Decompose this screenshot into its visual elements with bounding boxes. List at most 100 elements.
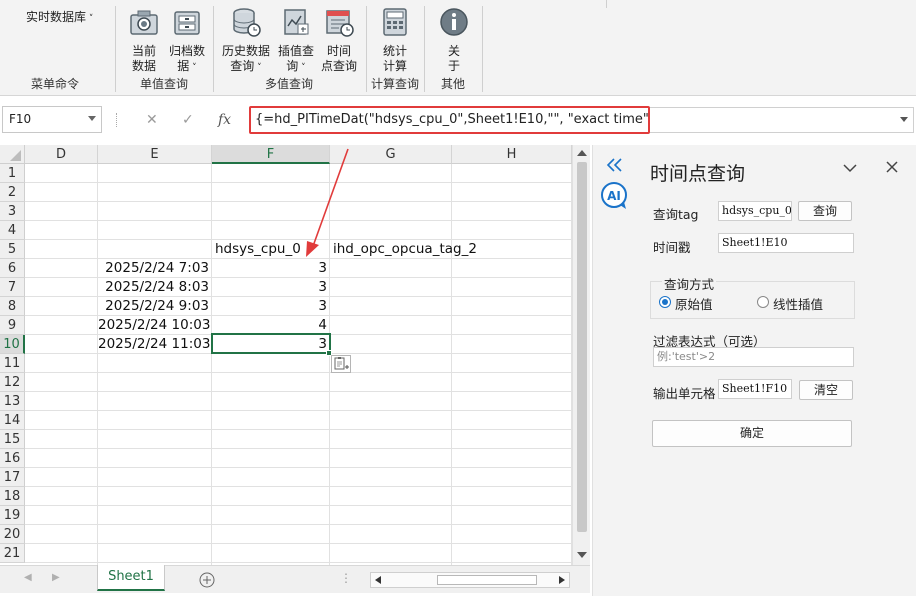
- chevron-down-icon[interactable]: [88, 116, 96, 121]
- cell-g5[interactable]: ihd_opc_opcua_tag_2: [330, 240, 530, 259]
- paste-options-button[interactable]: [331, 355, 351, 373]
- tag-label: 查询tag: [653, 207, 699, 222]
- row-header[interactable]: 16: [0, 449, 25, 468]
- worksheet-grid[interactable]: D E F G H 1 2 3 4 5 6 7 8 9 10 11 12 13 …: [0, 145, 572, 565]
- statistics-label-1: 统计: [382, 44, 407, 58]
- query-method-label: 查询方式: [662, 274, 717, 293]
- interpolation-query-button[interactable]: 插值查 询: [276, 6, 316, 76]
- column-header-e[interactable]: E: [98, 145, 212, 164]
- row-header[interactable]: 20: [0, 525, 25, 544]
- cell-e8[interactable]: 2025/2/24 9:03: [98, 297, 211, 316]
- next-sheet-icon[interactable]: ▶: [52, 572, 60, 583]
- clear-button[interactable]: 清空: [799, 380, 853, 400]
- row-header[interactable]: 4: [0, 221, 25, 240]
- filter-input[interactable]: 例:'test'>2: [653, 347, 854, 367]
- cell-e10[interactable]: 2025/2/24 11:03: [98, 335, 211, 354]
- select-all-corner[interactable]: [0, 145, 25, 164]
- camera-icon: [130, 10, 158, 35]
- vertical-scrollbar[interactable]: [572, 145, 590, 565]
- history-data-query-button[interactable]: 历史数据 查询: [220, 6, 272, 76]
- vertical-scroll-thumb[interactable]: [577, 162, 587, 532]
- scroll-right-icon[interactable]: [557, 575, 567, 585]
- about-button[interactable]: 关 于: [437, 6, 471, 74]
- sheet-tab-label: Sheet1: [108, 569, 154, 584]
- radio-linear-label[interactable]: 线性插值: [773, 294, 823, 313]
- row-header[interactable]: 21: [0, 544, 25, 563]
- radio-raw-value[interactable]: [659, 296, 671, 308]
- cell-f7[interactable]: 3: [212, 278, 329, 297]
- radio-raw-label[interactable]: 原始值: [675, 294, 713, 313]
- row-header[interactable]: 2: [0, 183, 25, 202]
- panel-toolbar-strip: AI: [592, 145, 636, 596]
- enter-check-icon[interactable]: ✓: [182, 112, 194, 128]
- formula-input[interactable]: {=hd_PITimeDat("hdsys_cpu_0",Sheet1!E10,…: [249, 106, 650, 134]
- formula-bar-expand: [650, 107, 914, 133]
- gridline: [25, 562, 572, 563]
- row-header[interactable]: 19: [0, 506, 25, 525]
- database-dropdown-label: 实时数据库: [26, 10, 87, 24]
- selected-cell-border: [211, 333, 331, 354]
- row-header[interactable]: 1: [0, 164, 25, 183]
- cell-e9[interactable]: 2025/2/24 10:03: [98, 316, 211, 335]
- info-icon: [440, 8, 468, 36]
- multi-query-group: 历史数据 查询 插值查 询 时间 点查询 多值查询: [214, 0, 364, 96]
- name-box[interactable]: F10: [2, 106, 102, 133]
- cancel-icon[interactable]: ✕: [146, 112, 158, 128]
- row-header[interactable]: 12: [0, 373, 25, 392]
- close-icon[interactable]: [885, 160, 899, 174]
- row-header[interactable]: 13: [0, 392, 25, 411]
- calc-query-group: 统计 计算 计算查询: [367, 0, 423, 96]
- tab-split-handle[interactable]: ⋮: [340, 571, 352, 585]
- gridline: [25, 410, 572, 411]
- row-header[interactable]: 14: [0, 411, 25, 430]
- panel-menu-chevron-icon[interactable]: [842, 162, 858, 174]
- select-all-icon: [10, 150, 21, 161]
- row-header[interactable]: 18: [0, 487, 25, 506]
- database-dropdown[interactable]: 实时数据库 ˅: [26, 8, 93, 25]
- confirm-button[interactable]: 确定: [652, 420, 852, 447]
- column-header-h[interactable]: H: [452, 145, 572, 164]
- row-header[interactable]: 6: [0, 259, 25, 278]
- svg-text:AI: AI: [607, 189, 621, 203]
- scroll-down-icon[interactable]: [576, 550, 588, 560]
- row-header[interactable]: 3: [0, 202, 25, 221]
- scroll-left-icon[interactable]: [373, 575, 383, 585]
- row-header[interactable]: 15: [0, 430, 25, 449]
- column-header-d[interactable]: D: [25, 145, 98, 164]
- row-header[interactable]: 17: [0, 468, 25, 487]
- archive-data-button[interactable]: 归档数 据: [166, 6, 208, 76]
- add-sheet-icon[interactable]: [199, 572, 215, 588]
- query-button[interactable]: 查询: [798, 201, 852, 221]
- cell-e7[interactable]: 2025/2/24 8:03: [98, 278, 211, 297]
- cell-e6[interactable]: 2025/2/24 7:03: [98, 259, 211, 278]
- radio-linear-interp[interactable]: [757, 296, 769, 308]
- expand-chevron-icon[interactable]: [900, 117, 908, 122]
- output-cell-input[interactable]: Sheet1!F10: [718, 379, 792, 399]
- horizontal-scrollbar[interactable]: [370, 572, 570, 588]
- archive-data-label-1: 归档数: [168, 44, 205, 58]
- clipboard-icon: [334, 357, 349, 370]
- prev-sheet-icon[interactable]: ◀: [24, 572, 32, 583]
- row-header[interactable]: 7: [0, 278, 25, 297]
- ai-assistant-icon[interactable]: AI: [600, 181, 630, 211]
- cell-f8[interactable]: 3: [212, 297, 329, 316]
- collapse-panel-icon[interactable]: [605, 157, 625, 173]
- splitter-handle[interactable]: [116, 113, 118, 127]
- ribbon-edge: [606, 0, 607, 8]
- row-header[interactable]: 8: [0, 297, 25, 316]
- cell-f6[interactable]: 3: [212, 259, 329, 278]
- statistics-button[interactable]: 统计 计算: [377, 6, 413, 74]
- time-point-query-button[interactable]: 时间 点查询: [318, 6, 360, 74]
- row-header[interactable]: 11: [0, 354, 25, 373]
- row-header[interactable]: 9: [0, 316, 25, 335]
- horizontal-scroll-thumb[interactable]: [437, 575, 537, 585]
- insert-function-icon[interactable]: fx: [218, 112, 231, 128]
- tag-input[interactable]: hdsys_cpu_0: [718, 201, 792, 221]
- menu-command-group: 实时数据库 ˅ 菜单命令: [0, 0, 110, 96]
- row-header[interactable]: 10: [0, 335, 25, 354]
- scroll-up-icon[interactable]: [576, 148, 588, 158]
- current-data-button[interactable]: 当前 数据: [124, 6, 164, 74]
- timestamp-input[interactable]: Sheet1!E10: [718, 233, 854, 253]
- sheet-tab[interactable]: Sheet1: [97, 565, 165, 591]
- row-header[interactable]: 5: [0, 240, 25, 259]
